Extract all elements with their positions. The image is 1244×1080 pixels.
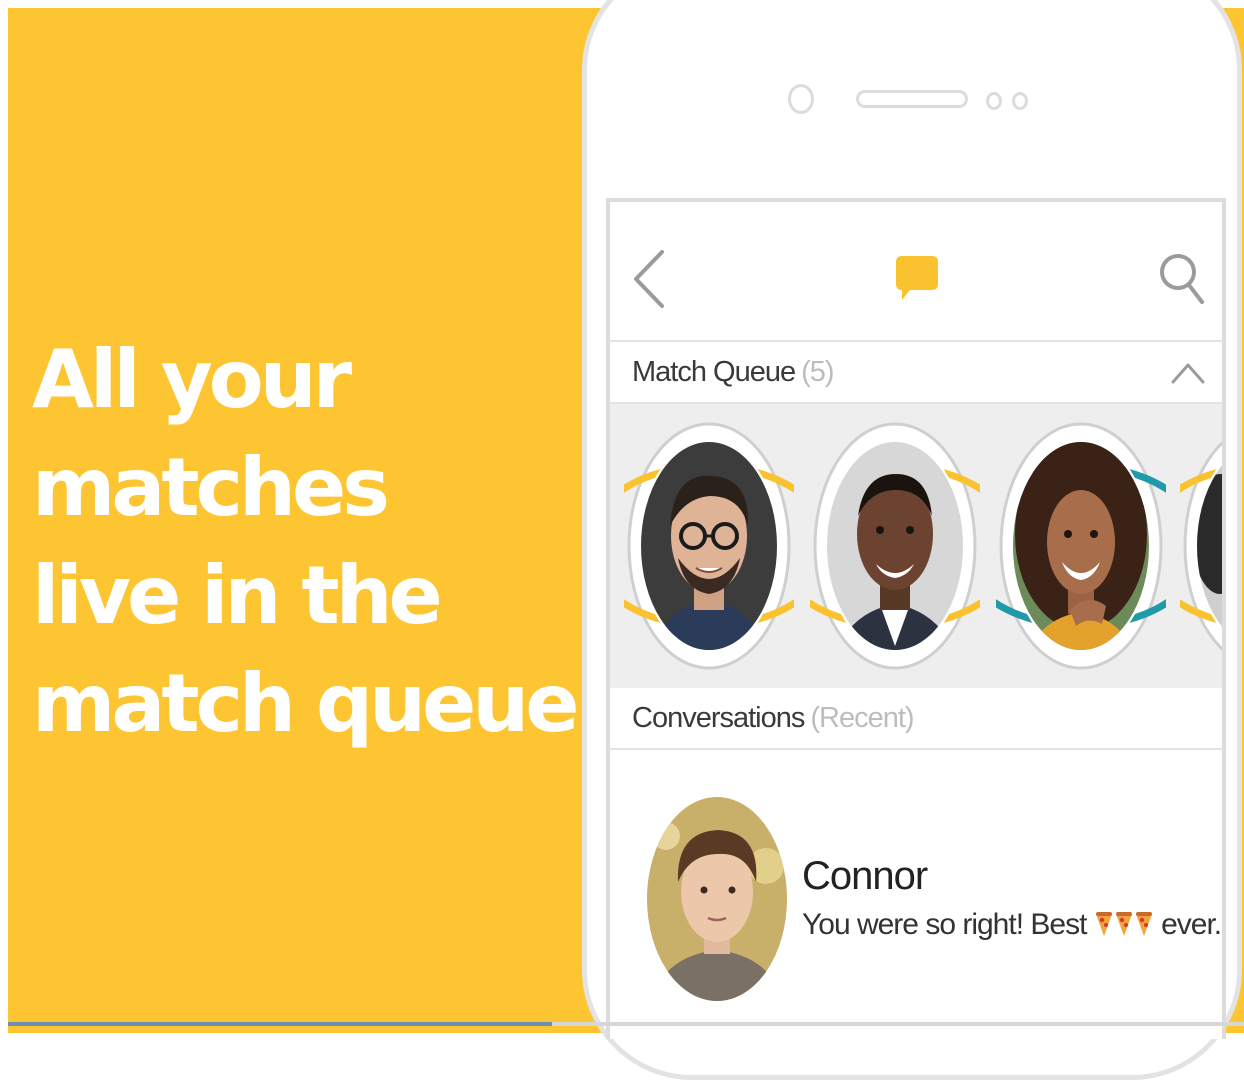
headline-line: All your: [32, 333, 352, 426]
pizza-icon: [1115, 912, 1132, 936]
match-avatar[interactable]: [1139, 414, 1222, 678]
message-text: You were so right! Best: [802, 908, 1087, 941]
avatar: [646, 796, 788, 1002]
search-icon: [1160, 254, 1204, 304]
search-button[interactable]: [1158, 248, 1206, 310]
headline-line: live in the: [32, 549, 443, 642]
message-preview: You were so right! Best ever...: [802, 908, 1222, 942]
match-avatar[interactable]: [610, 414, 835, 678]
avatar: [769, 422, 1021, 670]
headline: All your matches live in the match queue…: [32, 326, 606, 758]
video-progress-fill: [8, 1022, 552, 1026]
match-queue-title-row: Match Queue (5): [632, 356, 835, 389]
front-camera: [788, 84, 814, 114]
conversations-header: Conversations (Recent): [610, 688, 1222, 750]
conversation-list: Connor You were so right! Best ever...: [610, 750, 1222, 1039]
chat-bubble-icon: [896, 256, 938, 300]
back-button[interactable]: [628, 246, 668, 312]
message-text-end: ever...: [1161, 908, 1222, 941]
chevron-up-icon: [1171, 363, 1205, 384]
pizza-icon: [1135, 912, 1152, 936]
earpiece-speaker: [856, 90, 968, 108]
headline-line: matches: [32, 441, 390, 534]
contact-name: Connor: [802, 854, 928, 898]
video-progress-bar[interactable]: [8, 1022, 1244, 1026]
match-queue-carousel: [610, 404, 1222, 690]
proximity-sensor: [986, 92, 1002, 110]
light-sensor: [1012, 92, 1028, 110]
chat-tab-button[interactable]: [894, 254, 940, 304]
top-nav-bar: [610, 202, 1222, 342]
chevron-left-icon: [634, 250, 664, 308]
headline-line: match queue.: [32, 657, 606, 750]
match-avatar[interactable]: [769, 414, 1021, 678]
pizza-icon: [1095, 912, 1112, 936]
match-avatar[interactable]: [955, 414, 1207, 678]
match-queue-header[interactable]: Match Queue (5): [610, 342, 1222, 404]
list-item[interactable]: Connor You were so right! Best ever...: [610, 750, 1222, 1039]
match-queue-count: (5): [801, 356, 834, 388]
pizza-emoji-group: [1094, 908, 1154, 941]
collapse-button[interactable]: [1170, 360, 1206, 384]
avatar: [955, 422, 1207, 670]
match-queue-title: Match Queue: [632, 356, 796, 388]
avatar: [610, 422, 835, 670]
conversations-subtitle: (Recent): [810, 702, 914, 734]
conversations-title-row: Conversations (Recent): [632, 702, 915, 735]
phone-screen: Match Queue (5) Conversations (Recent) C…: [606, 198, 1226, 1039]
conversations-title: Conversations: [632, 702, 805, 734]
avatar: [1139, 441, 1222, 651]
